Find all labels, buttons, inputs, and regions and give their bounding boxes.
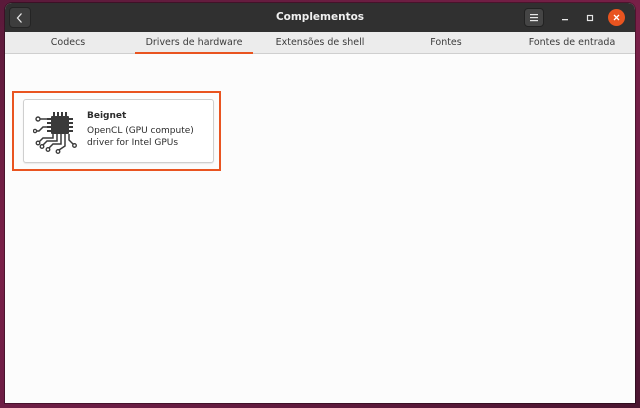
tab-codecs[interactable]: Codecs — [5, 32, 131, 53]
close-button[interactable] — [608, 9, 625, 26]
driver-description: OpenCL (GPU compute) driver for Intel GP… — [87, 126, 194, 148]
minimize-button[interactable] — [556, 9, 574, 27]
close-icon — [613, 14, 620, 21]
minimize-icon — [562, 19, 568, 21]
tab-extensoes-de-shell[interactable]: Extensões de shell — [257, 32, 383, 53]
menu-button[interactable] — [524, 8, 544, 27]
driver-name: Beignet — [87, 111, 127, 121]
tab-fontes-de-entrada[interactable]: Fontes de entrada — [509, 32, 635, 53]
chip-circuit-icon — [33, 112, 77, 154]
hamburger-menu-icon — [530, 14, 538, 22]
tab-fontes[interactable]: Fontes — [383, 32, 509, 53]
maximize-button[interactable] — [581, 9, 599, 27]
maximize-icon — [586, 14, 594, 22]
driver-card-beignet[interactable]: Beignet OpenCL (GPU compute) driver for … — [23, 99, 214, 163]
tab-drivers-de-hardware[interactable]: Drivers de hardware — [131, 32, 257, 54]
header-bar: Complementos — [5, 3, 635, 32]
app-window: Complementos Codecs Drivers de hardware … — [5, 3, 635, 403]
drivers-content: Beignet OpenCL (GPU compute) driver for … — [5, 54, 635, 403]
category-tabs: Codecs Drivers de hardware Extensões de … — [5, 32, 635, 54]
